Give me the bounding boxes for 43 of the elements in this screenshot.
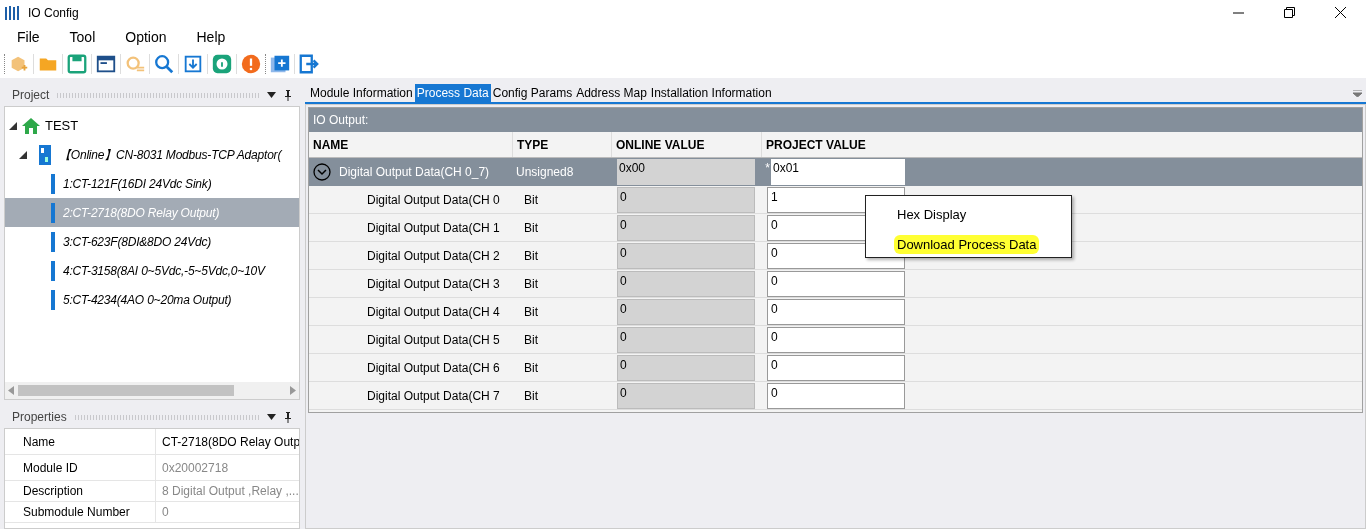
property-name: Description [22,483,85,500]
row-type: Bit [523,275,539,293]
online-value-field: 0 [617,354,755,381]
online-value-field: 0 [617,214,755,241]
group-name: Digital Output Data(CH 0_7) [339,164,490,181]
row-type: Bit [523,387,539,405]
row-name: Digital Output Data(CH 6 [366,359,501,377]
row-type: Bit [523,331,539,349]
row-name: Digital Output Data(CH 0 [366,191,501,209]
tree-label: 2:CT-2718(8DO Relay Output) [63,204,220,222]
row-name: Digital Output Data(CH 3 [366,275,501,293]
tree-label: 3:CT-623F(8DI&8DO 24Vdc) [63,233,212,251]
row-name: Digital Output Data(CH 4 [366,303,501,321]
online-value-field: 0 [617,186,755,213]
tree-label: 【Online】CN-8031 Modbus-TCP Adaptor( [59,146,282,164]
section-title: IO Output: [313,112,369,129]
tree-label: 1:CT-121F(16DI 24Vdc Sink) [63,175,212,193]
online-value-field: 0 [617,382,755,409]
row-type: Bit [523,247,539,265]
window-title: IO Config [28,4,79,22]
property-name: Submodule Number [22,504,131,521]
row-name: Digital Output Data(CH 5 [366,331,501,349]
tree-label: TEST [45,116,79,135]
group-type: Unsigned8 [515,164,575,181]
row-type: Bit [523,359,539,377]
row-type: Bit [523,219,539,237]
tree-label: 5:CT-4234(4AO 0~20ma Output) [63,291,232,309]
pane-title: Properties [12,409,67,426]
row-type: Bit [523,303,539,321]
online-value-field: 0 [617,242,755,269]
online-value-field: 0 [617,270,755,297]
row-name: Digital Output Data(CH 2 [366,247,501,265]
online-value-field: 0 [617,326,755,353]
pane-title: Project [12,87,50,104]
tree-label: 4:CT-3158(8AI 0~5Vdc,-5~5Vdc,0~10V [63,262,265,280]
row-name: Digital Output Data(CH 1 [366,219,501,237]
modified-mark: * [764,160,771,177]
property-name: Module ID [22,459,79,477]
row-type: Bit [523,191,539,209]
online-value-field: 0 [617,298,755,325]
property-name: Name [22,433,56,451]
online-value-field: 0x00 [617,159,755,185]
row-name: Digital Output Data(CH 7 [366,387,501,405]
